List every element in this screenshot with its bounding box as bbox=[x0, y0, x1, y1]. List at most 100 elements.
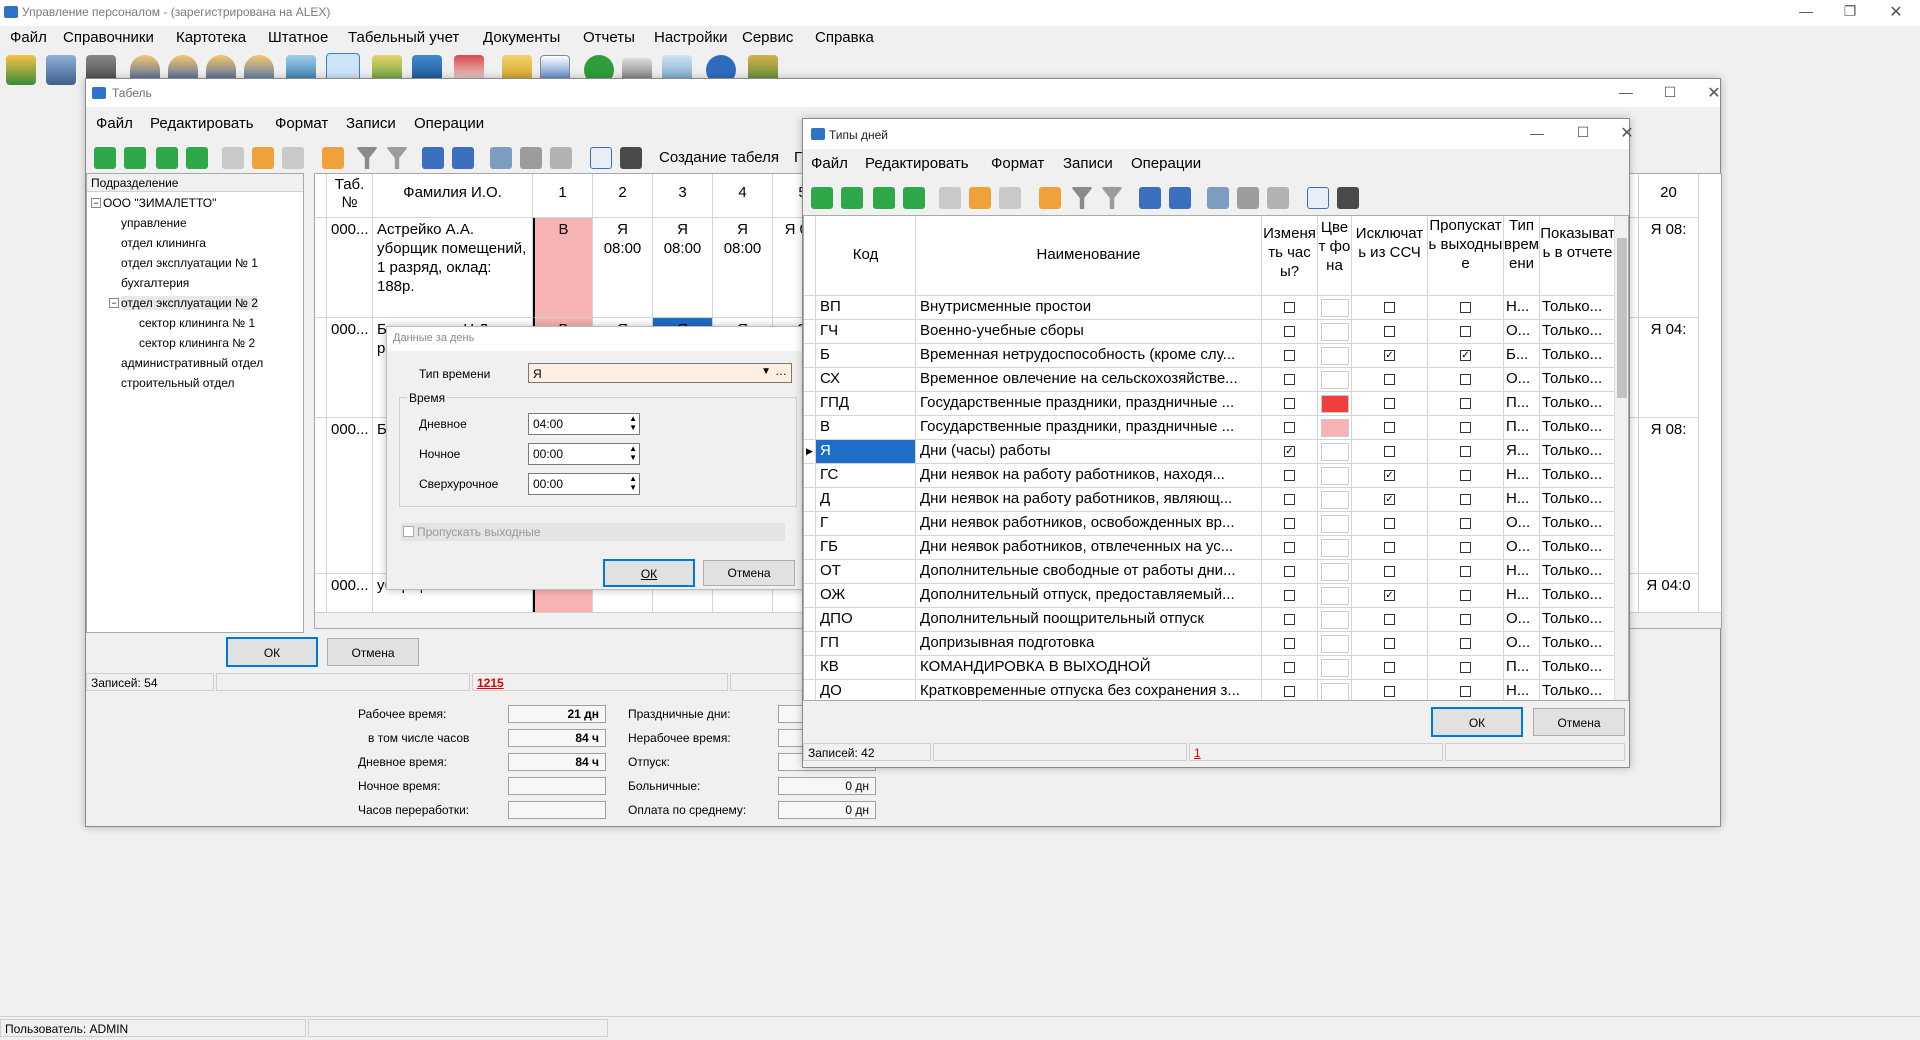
types-menu-records[interactable]: Записи bbox=[1063, 155, 1113, 172]
row-indicator[interactable] bbox=[804, 320, 816, 344]
tabel-menu-edit[interactable]: Редактировать bbox=[150, 115, 254, 132]
create-tabel-label[interactable]: Создание табеля bbox=[659, 149, 779, 166]
cell-code[interactable]: Б bbox=[816, 344, 916, 368]
minimize-icon[interactable]: — bbox=[1517, 125, 1557, 141]
row-indicator[interactable] bbox=[315, 418, 327, 574]
cell-code[interactable]: СХ bbox=[816, 368, 916, 392]
row-indicator[interactable] bbox=[804, 464, 816, 488]
cell-show-report[interactable]: Только... bbox=[1540, 584, 1616, 608]
cell-show-report[interactable]: Только... bbox=[1540, 680, 1616, 700]
cell-time-type[interactable]: Н... bbox=[1504, 296, 1540, 320]
exclude-checkbox[interactable] bbox=[1384, 662, 1395, 673]
skip-weekends-checkbox[interactable] bbox=[1460, 398, 1471, 409]
change-hours-checkbox[interactable] bbox=[1284, 470, 1295, 481]
cell-day-3[interactable]: Я 08:00 bbox=[653, 218, 713, 318]
cut-icon[interactable] bbox=[1237, 187, 1259, 209]
cell-name[interactable]: Дни (часы) работы bbox=[916, 440, 1262, 464]
cell-name[interactable]: Допризывная подготовка bbox=[916, 632, 1262, 656]
cell-employee-name[interactable]: Астрейко А.А. уборщик помещений, 1 разря… bbox=[373, 218, 533, 318]
cell-show-report[interactable]: Только... bbox=[1540, 368, 1616, 392]
menu-documents[interactable]: Документы bbox=[483, 29, 560, 46]
bg-color-cell[interactable] bbox=[1318, 680, 1352, 700]
cell-tab-number[interactable]: 000... bbox=[327, 318, 373, 418]
tree-toggle-icon[interactable]: − bbox=[91, 198, 101, 208]
up-icon[interactable] bbox=[252, 147, 274, 169]
cell-code[interactable]: ОЖ bbox=[816, 584, 916, 608]
change-hours-checkbox[interactable] bbox=[1284, 374, 1295, 385]
row-indicator[interactable] bbox=[315, 218, 327, 318]
spinner-icon[interactable]: ▲ ▼ bbox=[629, 414, 637, 432]
exclude-checkbox[interactable] bbox=[1384, 686, 1395, 697]
exclude-checkbox[interactable] bbox=[1384, 638, 1395, 649]
cell-name[interactable]: Дни неявок работников, отвлеченных на ус… bbox=[916, 536, 1262, 560]
paste-icon[interactable] bbox=[550, 147, 572, 169]
last-record-icon[interactable] bbox=[903, 187, 925, 209]
row-indicator[interactable] bbox=[804, 296, 816, 320]
exclude-checkbox[interactable]: ✓ bbox=[1384, 350, 1395, 361]
header-change-hours[interactable]: Изменять часы? bbox=[1262, 216, 1318, 296]
cell-name[interactable]: Дополнительные свободные от работы дни..… bbox=[916, 560, 1262, 584]
cell-time-type[interactable]: Н... bbox=[1504, 680, 1540, 700]
header-skip-weekends[interactable]: Пропускать выходные bbox=[1428, 216, 1504, 296]
exclude-checkbox[interactable] bbox=[1384, 566, 1395, 577]
cell-show-report[interactable]: Только... bbox=[1540, 488, 1616, 512]
row-indicator[interactable] bbox=[804, 680, 816, 700]
row-indicator[interactable] bbox=[804, 392, 816, 416]
change-hours-checkbox[interactable] bbox=[1284, 494, 1295, 505]
prev-record-icon[interactable] bbox=[841, 187, 863, 209]
cell-day-2[interactable]: Я 08:00 bbox=[593, 218, 653, 318]
types-ok-button[interactable]: ОК bbox=[1431, 707, 1523, 737]
menu-reports[interactable]: Отчеты bbox=[583, 29, 635, 46]
cell-day-20[interactable]: Я 04: bbox=[1639, 318, 1699, 418]
header-exclude[interactable]: Исключать из ССЧ bbox=[1352, 216, 1428, 296]
filter-icon[interactable] bbox=[1071, 187, 1093, 209]
exclude-checkbox[interactable]: ✓ bbox=[1384, 494, 1395, 505]
skip-weekends-checkbox[interactable] bbox=[1460, 494, 1471, 505]
tree-item[interactable]: сектор клининга № 1 bbox=[139, 316, 255, 330]
cell-time-type[interactable]: О... bbox=[1504, 320, 1540, 344]
change-hours-checkbox[interactable] bbox=[1284, 302, 1295, 313]
row-indicator[interactable] bbox=[804, 560, 816, 584]
header-tab-number[interactable]: Таб. № bbox=[327, 174, 373, 218]
tabel-ok-button[interactable]: ОК bbox=[226, 637, 318, 667]
tree-item[interactable]: отдел эксплуатации № 2 bbox=[121, 296, 258, 310]
filter-clear-icon[interactable] bbox=[386, 147, 408, 169]
change-hours-checkbox[interactable]: ✓ bbox=[1284, 446, 1295, 457]
print-icon[interactable] bbox=[1337, 187, 1359, 209]
tree-item[interactable]: отдел клининга bbox=[121, 236, 206, 250]
row-indicator[interactable] bbox=[804, 368, 816, 392]
change-hours-checkbox[interactable] bbox=[1284, 398, 1295, 409]
tree-toggle-icon[interactable]: − bbox=[109, 298, 119, 308]
cell-code[interactable]: Г bbox=[816, 512, 916, 536]
cell-show-report[interactable]: Только... bbox=[1540, 320, 1616, 344]
cell-time-type[interactable]: О... bbox=[1504, 536, 1540, 560]
cell-code[interactable]: ОТ bbox=[816, 560, 916, 584]
bg-color-cell[interactable] bbox=[1318, 632, 1352, 656]
restore-icon[interactable]: ❐ bbox=[1830, 3, 1870, 20]
cell-name[interactable]: Кратковременные отпуска без сохранения з… bbox=[916, 680, 1262, 700]
cell-code[interactable]: ГС bbox=[816, 464, 916, 488]
grid-icon[interactable] bbox=[1139, 187, 1161, 209]
change-hours-checkbox[interactable] bbox=[1284, 350, 1295, 361]
row-indicator[interactable] bbox=[804, 656, 816, 680]
skip-weekends-checkbox[interactable] bbox=[1460, 326, 1471, 337]
cell-day-1[interactable]: В bbox=[533, 218, 593, 318]
bg-color-cell[interactable] bbox=[1318, 536, 1352, 560]
exclude-checkbox[interactable] bbox=[1384, 518, 1395, 529]
skip-weekends-checkbox[interactable] bbox=[1460, 302, 1471, 313]
cell-show-report[interactable]: Только... bbox=[1540, 392, 1616, 416]
cell-name[interactable]: КОМАНДИРОВКА В ВЫХОДНОЙ bbox=[916, 656, 1262, 680]
row-indicator[interactable] bbox=[804, 584, 816, 608]
bg-color-cell[interactable] bbox=[1318, 512, 1352, 536]
cell-code[interactable]: ГБ bbox=[816, 536, 916, 560]
cell-tab-number[interactable]: 000... bbox=[327, 418, 373, 574]
exclude-checkbox[interactable] bbox=[1384, 542, 1395, 553]
add-record-icon[interactable] bbox=[222, 147, 244, 169]
exclude-checkbox[interactable]: ✓ bbox=[1384, 590, 1395, 601]
cell-time-type[interactable]: Н... bbox=[1504, 584, 1540, 608]
tree-item[interactable]: бухгалтерия bbox=[121, 276, 189, 290]
day-cancel-button[interactable]: Отмена bbox=[703, 560, 795, 586]
header-day-2[interactable]: 2 bbox=[593, 174, 653, 218]
next-record-icon[interactable] bbox=[156, 147, 178, 169]
exclude-checkbox[interactable] bbox=[1384, 302, 1395, 313]
